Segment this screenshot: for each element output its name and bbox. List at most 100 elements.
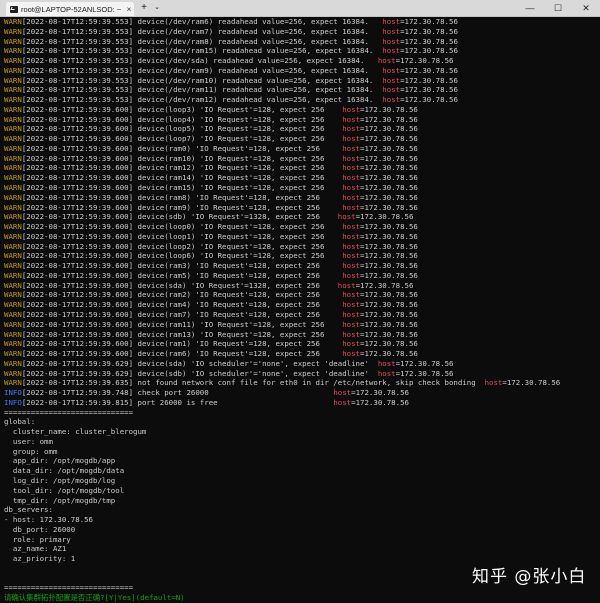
log-level: WARN (4, 280, 22, 290)
log-host-ip: =172.30.78.56 (395, 358, 454, 368)
minimize-button[interactable]: — (516, 0, 544, 16)
log-level: INFO (4, 388, 22, 398)
log-host-ip: =172.30.78.56 (360, 319, 418, 329)
log-host-ip: =172.30.78.56 (400, 75, 458, 85)
log-host-ip: =172.30.78.56 (360, 183, 418, 193)
maximize-button[interactable]: ☐ (544, 0, 572, 16)
log-message: device(ram11) 'IO Request'=128, expect 2… (137, 319, 325, 329)
log-line: WARN[2022-08-17T12:59:39.600] device(loo… (4, 134, 600, 144)
log-host-key: host (382, 36, 401, 46)
log-host-ip: =172.30.78.56 (355, 280, 414, 290)
log-host-ip: =172.30.78.56 (400, 95, 458, 105)
log-host-key: host (333, 397, 352, 407)
log-host-ip: =172.30.78.56 (395, 56, 454, 66)
log-line: INFO[2022-08-17T12:59:39.748] check port… (4, 388, 600, 398)
close-button[interactable]: ✕ (572, 0, 600, 16)
log-level: WARN (4, 36, 22, 46)
log-timestamp: [2022-08-17T12:59:39.553] (21, 56, 134, 66)
log-host-key: host (377, 358, 396, 368)
log-level: WARN (4, 17, 22, 26)
log-timestamp: [2022-08-17T12:59:39.553] (21, 75, 134, 85)
log-line: WARN[2022-08-17T12:59:39.600] device(ram… (4, 290, 600, 300)
log-timestamp: [2022-08-17T12:59:39.600] (21, 183, 134, 193)
log-timestamp: [2022-08-17T12:59:39.600] (21, 222, 134, 232)
log-host-key: host (342, 241, 361, 251)
log-host-ip: =172.30.78.56 (502, 378, 561, 388)
log-line: WARN[2022-08-17T12:59:39.600] device(ram… (4, 320, 600, 330)
window-controls: — ☐ ✕ (516, 0, 600, 16)
log-host-ip: =172.30.78.56 (395, 368, 454, 378)
log-timestamp: [2022-08-17T12:59:39.748] (21, 388, 134, 398)
log-message: device(ram2) 'IO Request'=128, expect 25… (137, 290, 320, 300)
log-host-ip: =172.30.78.56 (360, 163, 418, 173)
log-host-ip: =172.30.78.56 (360, 222, 418, 232)
log-host-ip: =172.30.78.56 (400, 17, 458, 26)
log-line: WARN[2022-08-17T12:59:39.600] device(ram… (4, 163, 600, 173)
terminal-icon (10, 5, 18, 13)
log-message: device(sdb) 'IO scheduler'='none', expec… (137, 368, 369, 378)
log-host-ip: =172.30.78.56 (360, 173, 418, 183)
log-level: WARN (4, 339, 22, 349)
log-line: WARN[2022-08-17T12:59:39.600] device(sdb… (4, 212, 600, 222)
tab-close-icon[interactable]: × (124, 5, 134, 14)
log-timestamp: [2022-08-17T12:59:39.553] (21, 17, 134, 26)
config-line: - host: 172.30.78.56 (4, 515, 93, 525)
log-message: device(ram13) 'IO Request'=128, expect 2… (137, 329, 325, 339)
log-level: WARN (4, 202, 22, 212)
log-host-key: host (342, 349, 361, 359)
log-timestamp: [2022-08-17T12:59:39.600] (21, 134, 134, 144)
new-tab-button[interactable]: + (137, 1, 151, 15)
log-level: WARN (4, 329, 22, 339)
log-timestamp: [2022-08-17T12:59:39.600] (21, 104, 134, 114)
log-message: device(ram8) 'IO Request'=128, expect 25… (137, 192, 320, 202)
log-host-key: host (342, 339, 361, 349)
config-line: global: (4, 417, 36, 427)
log-host-key: host (377, 368, 396, 378)
log-timestamp: [2022-08-17T12:59:39.600] (21, 124, 134, 134)
log-message: device(sdb) 'IO Request'=1328, expect 25… (137, 212, 320, 222)
log-host-ip: =172.30.78.56 (360, 251, 418, 261)
log-timestamp: [2022-08-17T12:59:39.600] (21, 173, 134, 183)
log-level: WARN (4, 26, 22, 36)
log-host-ip: =172.30.78.56 (360, 241, 418, 251)
config-line: data_dir: /opt/mogdb/data (4, 466, 125, 476)
log-line: WARN[2022-08-17T12:59:39.600] device(loo… (4, 251, 600, 261)
log-line: WARN[2022-08-17T12:59:39.600] device(loo… (4, 124, 600, 134)
log-line: WARN[2022-08-17T12:59:39.553] device(/de… (4, 17, 600, 27)
log-line: WARN[2022-08-17T12:59:39.553] device(/de… (4, 27, 600, 37)
log-host-ip: =172.30.78.56 (360, 134, 418, 144)
tab-terminal[interactable]: root@LAPTOP-52ANLSOD: ~ × (6, 2, 134, 16)
log-message: device(/dev/ram6) readahead value=256, e… (137, 17, 369, 26)
log-level: WARN (4, 192, 22, 202)
log-host-key: host (382, 17, 401, 26)
log-host-ip: =172.30.78.56 (360, 104, 418, 114)
log-level: INFO (4, 397, 22, 407)
log-host-key: host (382, 65, 401, 75)
log-message: device(/dev/ram8) readahead value=256, e… (137, 36, 369, 46)
log-host-ip: =172.30.78.56 (400, 65, 458, 75)
terminal-output[interactable]: WARN[2022-08-17T12:59:39.553] device(/de… (4, 17, 600, 602)
log-message: device(sda) 'IO scheduler'='none', expec… (137, 358, 369, 368)
log-host-ip: =172.30.78.56 (360, 339, 418, 349)
config-line: ============================= (4, 407, 134, 417)
confirm-prompt[interactable]: 请确认集群拓扑配置是否正确?[Y|Yes](default=N) (4, 593, 600, 603)
log-line: WARN[2022-08-17T12:59:39.600] device(loo… (4, 105, 600, 115)
log-host-ip: =172.30.78.56 (351, 397, 409, 407)
log-host-key: host (342, 309, 361, 319)
log-message: device(/dev/ram7) readahead value=256, e… (137, 26, 369, 36)
log-level: WARN (4, 85, 22, 95)
log-timestamp: [2022-08-17T12:59:39.600] (21, 261, 134, 271)
log-host-key: host (382, 85, 401, 95)
log-message: device(ram15) 'IO Request'=128, expect 2… (137, 183, 325, 193)
log-host-key: host (342, 231, 361, 241)
log-host-key: host (342, 163, 361, 173)
log-level: WARN (4, 231, 22, 241)
log-message: device(ram9) 'IO Request'=128, expect 25… (137, 202, 320, 212)
tab-dropdown-button[interactable]: ⌄ (150, 1, 164, 15)
log-timestamp: [2022-08-17T12:59:39.600] (21, 270, 134, 280)
log-message: device(loop1) 'IO Request'=128, expect 2… (137, 231, 325, 241)
log-line: WARN[2022-08-17T12:59:39.635] not found … (4, 378, 600, 388)
log-line: INFO[2022-08-17T12:59:39.815] port 26000… (4, 398, 600, 408)
log-host-ip: =172.30.78.56 (360, 261, 418, 271)
log-message: not found network conf file for eth0 in … (137, 378, 476, 388)
